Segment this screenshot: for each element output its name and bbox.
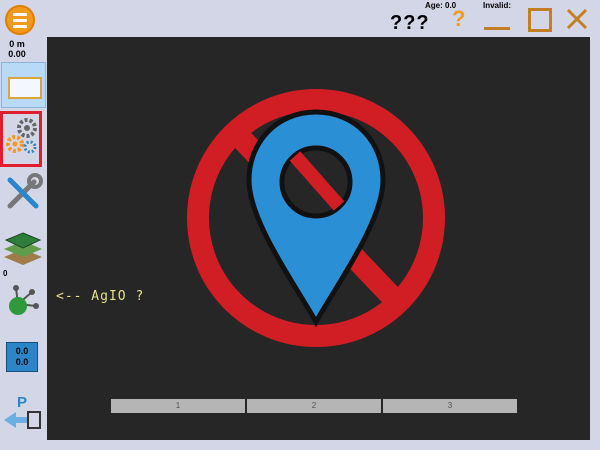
distance-value: 0.00 xyxy=(8,49,26,59)
readout-top-value: 0.0 xyxy=(15,346,29,356)
close-icon xyxy=(566,8,588,30)
wrench-screwdriver-icon xyxy=(7,173,43,209)
minimize-button[interactable] xyxy=(484,6,510,32)
no-gps-icon xyxy=(187,89,445,347)
steer-p-arrow-icon: P xyxy=(4,394,41,429)
gears-icon xyxy=(6,118,37,154)
layers-button[interactable] xyxy=(2,227,44,269)
svg-text:P: P xyxy=(17,394,27,411)
help-question-icon[interactable]: ? xyxy=(452,6,465,32)
agio-hint-text: <-- AgIO ? xyxy=(56,289,145,304)
tools-button[interactable] xyxy=(2,172,44,214)
left-sidebar: 0 m 0.00 0 0.0 0.0 P xyxy=(0,37,47,450)
hamburger-menu-button[interactable] xyxy=(5,5,35,35)
field-icon xyxy=(8,77,42,99)
settings-button[interactable] xyxy=(0,111,42,167)
status-text: ??? xyxy=(390,12,430,34)
map-view[interactable]: <-- AgIO ? 1 2 3 xyxy=(47,37,590,440)
page-button-1[interactable]: 1 xyxy=(111,399,245,413)
distance-label: 0 m xyxy=(9,39,25,49)
close-button[interactable] xyxy=(564,6,590,32)
readout-button[interactable]: 0.0 0.0 xyxy=(6,342,38,372)
page-button-3[interactable]: 3 xyxy=(383,399,517,413)
app-window: ??? Age: 0.0 ? Invalid: 0 m 0.00 0 0.0 0… xyxy=(0,0,600,450)
field-button[interactable] xyxy=(1,62,46,108)
sidebar-zero-label: 0 xyxy=(3,269,8,278)
page-button-2[interactable]: 2 xyxy=(247,399,381,413)
maximize-button[interactable] xyxy=(526,6,552,32)
page-selector: 1 2 3 xyxy=(111,399,517,413)
bottom-strip xyxy=(0,440,600,450)
network-button[interactable] xyxy=(2,282,44,324)
readout-bottom-value: 0.0 xyxy=(15,357,29,367)
network-nodes-icon xyxy=(9,285,39,315)
layers-map-icon xyxy=(4,232,42,265)
steer-button[interactable]: P xyxy=(2,392,44,434)
